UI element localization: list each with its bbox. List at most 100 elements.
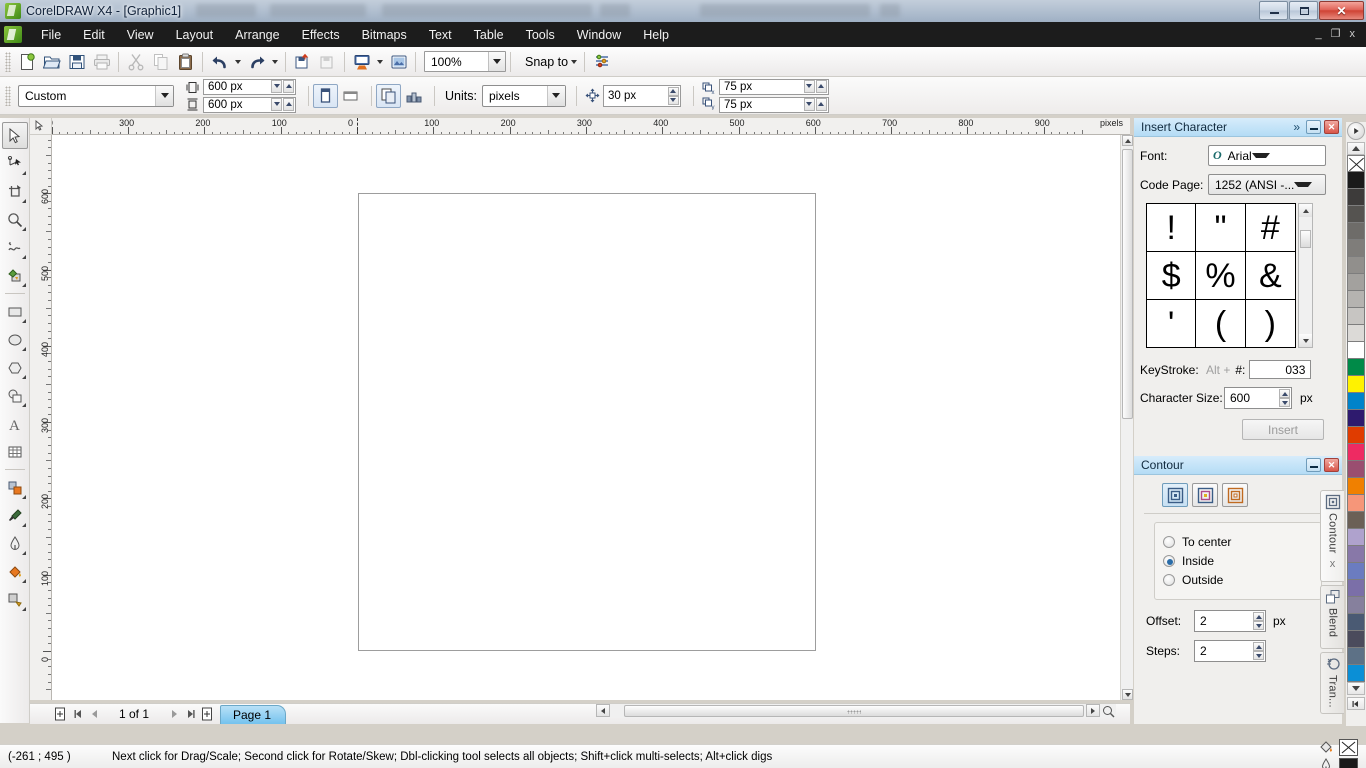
outline-pen-tool[interactable]	[2, 530, 28, 557]
palette-color-swatch[interactable]	[1347, 597, 1365, 614]
spinner-down-button[interactable]	[803, 79, 815, 93]
chevron-down-icon[interactable]	[155, 85, 173, 106]
ruler-origin-button[interactable]	[30, 118, 52, 135]
scrollbar-thumb[interactable]	[1300, 230, 1311, 248]
character-cell[interactable]: #	[1245, 204, 1295, 252]
palette-color-swatch[interactable]	[1347, 206, 1365, 223]
zoom-one-to-one-icon[interactable]	[1101, 704, 1116, 718]
shape-tool[interactable]	[2, 150, 28, 177]
contour-direction-outside[interactable]: Outside	[1163, 573, 1313, 587]
spinner-up-button[interactable]	[283, 79, 294, 93]
scroll-down-button[interactable]	[1122, 689, 1133, 700]
spinner-down-button[interactable]	[1279, 398, 1290, 407]
canvas-vertical-scrollbar[interactable]	[1120, 135, 1133, 700]
palette-color-swatch[interactable]	[1347, 291, 1365, 308]
export-button[interactable]	[315, 50, 340, 74]
duplicate-distance-y-field[interactable]: 75 px	[718, 96, 829, 113]
new-document-button[interactable]	[14, 50, 39, 74]
spinner-up-button[interactable]	[283, 97, 294, 111]
orientation-portrait-button[interactable]	[313, 83, 338, 108]
spinner-down-button[interactable]	[271, 79, 282, 93]
scrollbar-thumb[interactable]	[624, 705, 1084, 717]
palette-color-swatch[interactable]	[1347, 308, 1365, 325]
chevron-down-icon[interactable]	[1294, 182, 1313, 187]
outline-indicator-row[interactable]	[1318, 757, 1358, 768]
apply-all-pages-button[interactable]	[376, 83, 401, 108]
contour-color-tab[interactable]	[1192, 483, 1218, 507]
fill-indicator-row[interactable]	[1318, 738, 1358, 756]
vertical-ruler[interactable]: 0100200300400500600pixels	[30, 135, 52, 700]
scroll-right-button[interactable]	[1086, 704, 1100, 717]
spinner-down-button[interactable]	[803, 97, 815, 111]
save-document-button[interactable]	[64, 50, 89, 74]
zoom-tool[interactable]	[2, 206, 28, 233]
palette-color-swatch[interactable]	[1347, 410, 1365, 427]
spinner-down-button[interactable]	[667, 95, 679, 105]
page-height-field[interactable]: 600 px	[203, 96, 296, 113]
palette-color-swatch[interactable]	[1347, 529, 1365, 546]
window-minimize-button[interactable]	[1259, 1, 1288, 20]
spinner-up-button[interactable]	[667, 86, 679, 96]
radio-button[interactable]	[1163, 536, 1175, 548]
palette-color-swatch[interactable]	[1347, 563, 1365, 580]
palette-color-swatch[interactable]	[1347, 614, 1365, 631]
menu-item-layout[interactable]: Layout	[165, 25, 225, 45]
codepage-combobox[interactable]: 1252 (ANSI -...	[1208, 174, 1326, 195]
scroll-up-button[interactable]	[1299, 204, 1312, 217]
document-restore-button[interactable]: ❐	[1331, 29, 1341, 40]
palette-color-swatch[interactable]	[1347, 257, 1365, 274]
character-cell[interactable]: '	[1147, 300, 1197, 347]
palette-color-swatch[interactable]	[1347, 274, 1365, 291]
snap-to-dropdown-arrow[interactable]	[568, 50, 580, 74]
window-maximize-button[interactable]	[1289, 1, 1318, 20]
next-page-button[interactable]	[165, 706, 182, 723]
last-page-button[interactable]	[182, 706, 199, 723]
zoom-level-combobox[interactable]: 100%	[424, 51, 506, 72]
palette-color-swatch[interactable]	[1347, 325, 1365, 342]
paper-type-combobox[interactable]: Custom	[18, 84, 174, 107]
spinner-up-button[interactable]	[815, 97, 827, 111]
snap-to-label[interactable]: Snap to	[525, 55, 568, 69]
horizontal-ruler[interactable]: 00 300 200 100 0 100 200 300 400 500 600 700 800 900 p…	[52, 118, 1130, 135]
eyedropper-tool[interactable]	[2, 502, 28, 529]
interactive-fill-tool[interactable]	[2, 586, 28, 613]
outline-color-swatch[interactable]	[1339, 757, 1358, 768]
palette-color-swatch[interactable]	[1347, 223, 1365, 240]
toolbar-grip[interactable]	[5, 51, 11, 72]
palette-color-swatch[interactable]	[1347, 631, 1365, 648]
palette-color-swatch[interactable]	[1347, 172, 1365, 189]
undo-button[interactable]	[207, 50, 232, 74]
add-page-right-button[interactable]	[199, 706, 216, 723]
side-tab-close-icon[interactable]: x	[1330, 558, 1336, 570]
pick-tool[interactable]	[1, 122, 28, 149]
copy-button[interactable]	[148, 50, 173, 74]
scroll-up-button[interactable]	[1122, 135, 1133, 146]
palette-color-swatch[interactable]	[1347, 580, 1365, 597]
steps-spinner[interactable]	[1253, 642, 1264, 660]
palette-color-swatch[interactable]	[1347, 648, 1365, 665]
drawing-canvas[interactable]	[52, 135, 1120, 700]
import-button[interactable]	[290, 50, 315, 74]
print-document-button[interactable]	[89, 50, 114, 74]
menu-item-text[interactable]: Text	[418, 25, 463, 45]
chevron-down-icon[interactable]	[488, 52, 505, 71]
spinner-down-button[interactable]	[1253, 621, 1264, 630]
rectangle-tool[interactable]	[2, 298, 28, 325]
insert-character-minimize-button[interactable]	[1306, 120, 1321, 134]
table-tool[interactable]	[2, 438, 28, 465]
spinner-up-button[interactable]	[1253, 612, 1264, 621]
menu-item-help[interactable]: Help	[632, 25, 680, 45]
palette-scroll-down-button[interactable]	[1347, 682, 1365, 695]
radio-button[interactable]	[1163, 574, 1175, 586]
palette-color-swatch[interactable]	[1347, 546, 1365, 563]
page-width-spinner[interactable]	[271, 79, 294, 93]
contour-direction-to-center[interactable]: To center	[1163, 535, 1313, 549]
options-button[interactable]	[589, 50, 614, 74]
character-cell[interactable]: )	[1246, 300, 1295, 347]
scroll-left-button[interactable]	[596, 704, 610, 717]
character-cell[interactable]: %	[1196, 252, 1246, 300]
smart-fill-tool[interactable]	[2, 262, 28, 289]
palette-color-swatch[interactable]	[1347, 427, 1365, 444]
scroll-down-button[interactable]	[1299, 334, 1312, 347]
palette-expand-button[interactable]	[1347, 697, 1365, 710]
